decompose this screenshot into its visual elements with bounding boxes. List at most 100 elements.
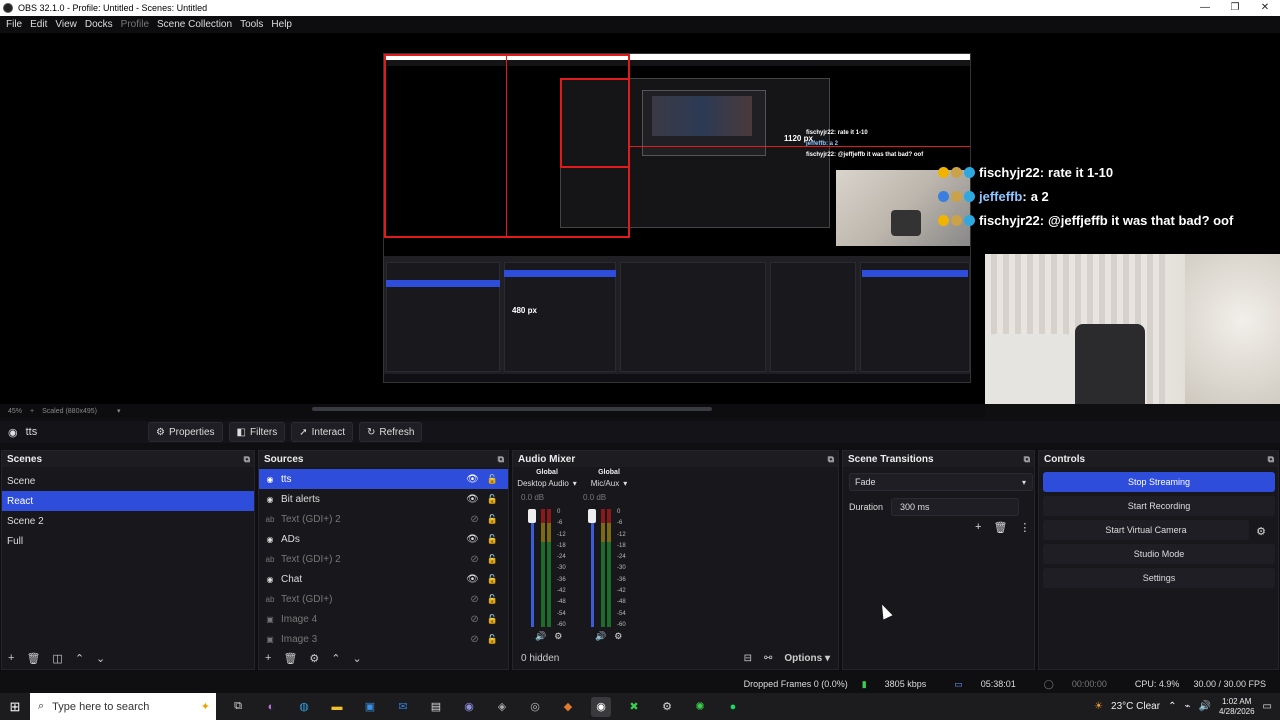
store-icon[interactable]: ▣ bbox=[360, 697, 380, 717]
lock-icon[interactable]: 🔓 bbox=[487, 554, 498, 565]
copilot-icon[interactable]: ◐ bbox=[261, 697, 281, 717]
source-item[interactable]: ab Text (GDI+) 2 ⊘ 🔓 bbox=[259, 549, 508, 569]
windows-start-icon[interactable]: ⊞ bbox=[0, 699, 30, 715]
source-item[interactable]: ◉ Chat 👁 🔓 bbox=[259, 569, 508, 589]
duration-input[interactable]: 300 ms bbox=[891, 498, 1020, 516]
eye-hidden-icon[interactable]: ⊘ bbox=[470, 514, 478, 525]
weather[interactable]: 23°C Clear bbox=[1111, 701, 1160, 712]
chevron-down-icon[interactable]: ▾ bbox=[117, 407, 121, 415]
menu-tools[interactable]: Tools bbox=[240, 19, 263, 30]
maximize-button[interactable]: ❐ bbox=[1220, 0, 1250, 16]
app-icon[interactable]: ◆ bbox=[558, 697, 578, 717]
network-icon[interactable]: ⌁ bbox=[1184, 701, 1190, 712]
scale-mode[interactable]: Scaled (880x495) bbox=[42, 408, 97, 415]
volume-slider-knob[interactable] bbox=[588, 509, 596, 523]
scene-filters-button[interactable]: ◫ bbox=[52, 652, 62, 665]
source-item[interactable]: ab Text (GDI+) ⊘ 🔓 bbox=[259, 589, 508, 609]
remove-scene-button[interactable]: 🗑 bbox=[26, 652, 40, 665]
app-icon[interactable]: ◈ bbox=[492, 697, 512, 717]
add-scene-button[interactable]: + bbox=[8, 652, 14, 664]
layout-icon[interactable]: ⊟ bbox=[744, 653, 752, 664]
lock-icon[interactable]: 🔓 bbox=[487, 574, 498, 585]
source-properties-button[interactable]: ⚙ bbox=[309, 652, 319, 665]
preview-canvas[interactable]: fischyjr22: rate it 1-10 jeffeffb: a 2 f… bbox=[0, 33, 1280, 404]
gear-icon[interactable]: ⚙ bbox=[614, 631, 622, 642]
close-button[interactable]: ✕ bbox=[1250, 0, 1280, 16]
dock-menu-icon[interactable]: ⧉ bbox=[1268, 454, 1274, 465]
razer-icon[interactable]: ✺ bbox=[690, 697, 710, 717]
menu-file[interactable]: File bbox=[6, 19, 22, 30]
lock-icon[interactable]: 🔓 bbox=[487, 614, 498, 625]
properties-button[interactable]: ⚙ Properties bbox=[148, 422, 223, 442]
speaker-icon[interactable]: 🔊 bbox=[535, 631, 546, 642]
dock-menu-icon[interactable]: ⧉ bbox=[1024, 454, 1030, 465]
chevron-down-icon[interactable]: ▾ bbox=[573, 479, 577, 488]
eye-hidden-icon[interactable]: ⊘ bbox=[470, 614, 478, 625]
menu-edit[interactable]: Edit bbox=[30, 19, 47, 30]
menu-docks[interactable]: Docks bbox=[85, 19, 113, 30]
spotify-icon[interactable]: ● bbox=[723, 697, 743, 717]
clock[interactable]: 1:02 AM 4/28/2026 bbox=[1219, 697, 1255, 717]
stop-streaming-button[interactable]: Stop Streaming bbox=[1043, 472, 1275, 492]
gear-icon[interactable]: ⚙ bbox=[554, 631, 562, 642]
eye-icon[interactable]: 👁 bbox=[466, 574, 479, 585]
menu-scene-collection[interactable]: Scene Collection bbox=[157, 19, 232, 30]
lock-icon[interactable]: 🔓 bbox=[487, 494, 498, 505]
transition-select[interactable]: Fade ▾ bbox=[849, 473, 1033, 491]
remove-transition-button[interactable]: 🗑 bbox=[993, 521, 1007, 534]
eye-hidden-icon[interactable]: ⊘ bbox=[470, 554, 478, 565]
more-options-icon[interactable]: ⋮ bbox=[1019, 521, 1030, 534]
source-item[interactable]: ab Text (GDI+) 2 ⊘ 🔓 bbox=[259, 509, 508, 529]
menu-help[interactable]: Help bbox=[271, 19, 292, 30]
move-down-button[interactable]: ⌄ bbox=[353, 652, 362, 665]
settings-icon[interactable]: ⚙ bbox=[657, 697, 677, 717]
volume-slider-knob[interactable] bbox=[528, 509, 536, 523]
eye-hidden-icon[interactable]: ⊘ bbox=[470, 594, 478, 605]
source-item[interactable]: ▣ Image 3 ⊘ 🔓 bbox=[259, 629, 508, 649]
volume-icon[interactable]: 🔊 bbox=[1199, 701, 1211, 712]
studio-mode-button[interactable]: Studio Mode bbox=[1043, 544, 1275, 564]
refresh-button[interactable]: ↻ Refresh bbox=[358, 422, 423, 442]
volume-slider-track[interactable] bbox=[591, 509, 594, 627]
source-item[interactable]: ▣ Image 4 ⊘ 🔓 bbox=[259, 609, 508, 629]
start-recording-button[interactable]: Start Recording bbox=[1043, 496, 1275, 516]
add-source-button[interactable]: + bbox=[265, 652, 271, 664]
move-down-button[interactable]: ⌄ bbox=[96, 652, 105, 665]
lock-icon[interactable]: 🔓 bbox=[487, 514, 498, 525]
mixer-options-button[interactable]: Options ▾ bbox=[784, 653, 830, 664]
source-item-selected[interactable]: ◉ tts 👁 🔓 bbox=[259, 469, 508, 489]
move-up-button[interactable]: ⌃ bbox=[75, 652, 84, 665]
scene-item[interactable]: Scene bbox=[2, 471, 254, 491]
start-virtual-camera-button[interactable]: Start Virtual Camera bbox=[1043, 520, 1249, 540]
minimize-button[interactable]: — bbox=[1190, 0, 1220, 16]
zoom-level[interactable]: 45% bbox=[8, 408, 22, 415]
add-transition-button[interactable]: + bbox=[975, 521, 981, 534]
source-item[interactable]: ◉ Bit alerts 👁 🔓 bbox=[259, 489, 508, 509]
lock-icon[interactable]: 🔓 bbox=[487, 634, 498, 645]
settings-button[interactable]: Settings bbox=[1043, 568, 1275, 588]
link-icon[interactable]: ⚯ bbox=[764, 653, 772, 664]
scene-item-selected[interactable]: React bbox=[2, 491, 254, 511]
chevron-down-icon[interactable]: ▾ bbox=[623, 479, 627, 488]
lock-icon[interactable]: 🔓 bbox=[487, 534, 498, 545]
task-view-icon[interactable]: ⧉ bbox=[228, 697, 248, 717]
xbox-icon[interactable]: ✖ bbox=[624, 697, 644, 717]
dock-menu-icon[interactable]: ⧉ bbox=[244, 454, 250, 465]
file-explorer-icon[interactable]: ▬ bbox=[327, 697, 347, 717]
notepad-icon[interactable]: ▤ bbox=[426, 697, 446, 717]
chevron-up-icon[interactable]: ⌃ bbox=[1168, 701, 1176, 712]
preview-scrollbar[interactable] bbox=[312, 407, 712, 411]
remove-source-button[interactable]: 🗑 bbox=[283, 652, 297, 665]
taskbar-search[interactable]: ⌕ Type here to search ✦ bbox=[30, 693, 216, 720]
scene-item[interactable]: Scene 2 bbox=[2, 511, 254, 531]
interact-button[interactable]: ➚ Interact bbox=[291, 422, 353, 442]
discord-icon[interactable]: ◉ bbox=[459, 697, 479, 717]
move-up-button[interactable]: ⌃ bbox=[331, 652, 340, 665]
eye-hidden-icon[interactable]: ⊘ bbox=[470, 634, 478, 645]
dock-menu-icon[interactable]: ⧉ bbox=[498, 454, 504, 465]
virtual-camera-gear-icon[interactable]: ⚙ bbox=[1251, 521, 1271, 541]
menu-view[interactable]: View bbox=[55, 19, 77, 30]
mail-icon[interactable]: ✉ bbox=[393, 697, 413, 717]
obs-taskbar-icon[interactable]: ◉ bbox=[591, 696, 611, 717]
notifications-icon[interactable]: ▭ bbox=[1263, 701, 1272, 712]
